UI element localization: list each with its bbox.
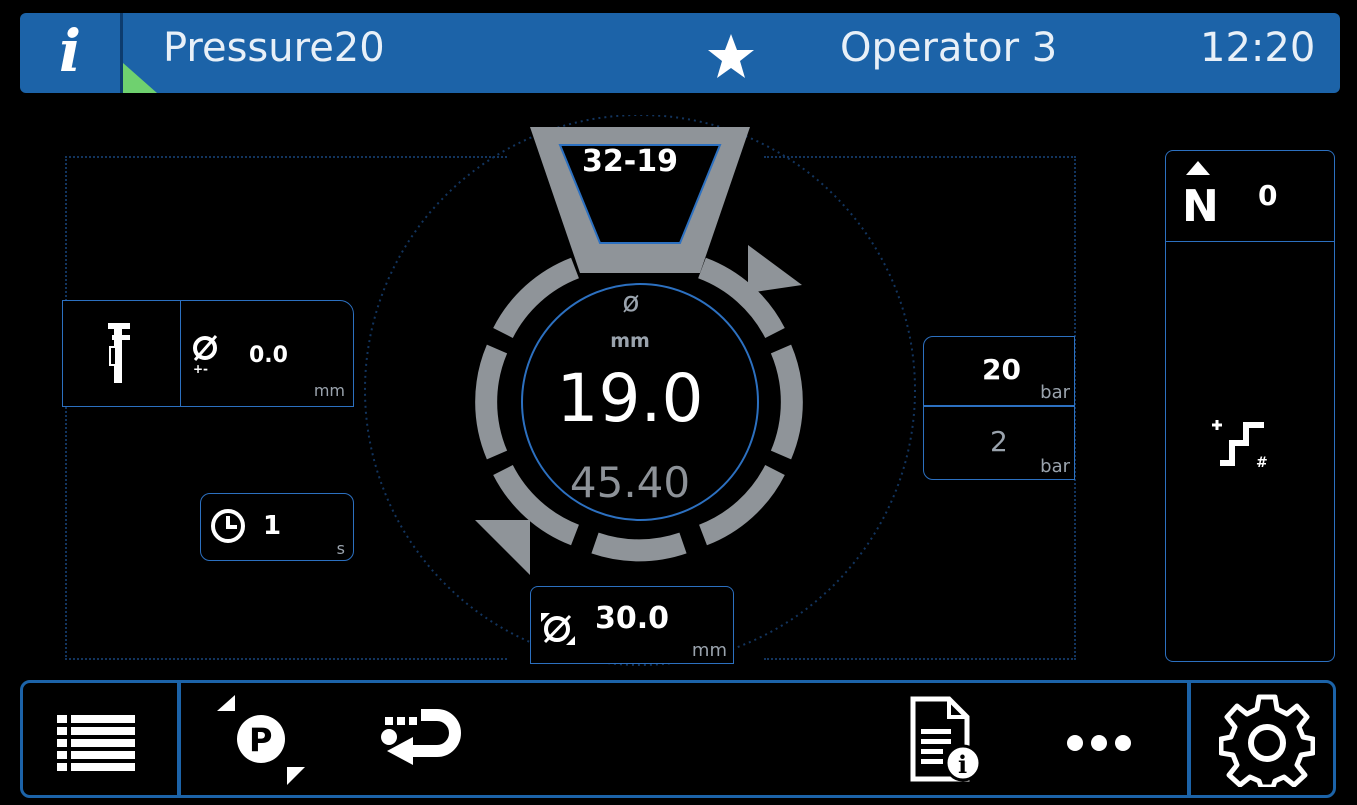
list-icon[interactable] xyxy=(53,691,139,787)
diameter-tolerance-unit: mm xyxy=(313,381,345,400)
tool-code[interactable]: 32-19 xyxy=(570,144,690,179)
high-pressure-value: 20 xyxy=(982,353,1021,386)
diameter-tolerance-field[interactable]: +- 0.0 mm xyxy=(180,300,354,407)
timer-value: 1 xyxy=(263,511,282,541)
gear-icon[interactable] xyxy=(1219,691,1315,787)
outer-diameter-field[interactable]: 30.0 mm xyxy=(530,586,734,664)
program-switch-icon[interactable]: P xyxy=(213,691,313,787)
caliper-icon xyxy=(108,323,130,383)
bottom-toolbar: P i xyxy=(20,680,1336,798)
status-corner-indicator xyxy=(123,63,157,93)
info-button[interactable]: i xyxy=(20,13,123,93)
timer-field[interactable]: 1 s xyxy=(200,493,354,561)
svg-text:P: P xyxy=(249,721,272,759)
high-pressure-field[interactable]: 20 bar xyxy=(923,336,1075,406)
outer-diameter-value: 30.0 xyxy=(595,601,670,636)
diameter-tolerance-value: 0.0 xyxy=(249,343,288,368)
more-icon[interactable] xyxy=(1059,691,1139,787)
counter-divider xyxy=(1166,241,1334,242)
low-pressure-value: 2 xyxy=(990,425,1008,458)
outer-diameter-icon xyxy=(541,613,575,645)
diameter-symbol: ø xyxy=(622,285,640,318)
transfer-icon[interactable] xyxy=(375,691,465,787)
toolbar-divider xyxy=(177,683,181,795)
counter-panel: N 0 # xyxy=(1165,150,1335,662)
svg-text:#: # xyxy=(1256,455,1268,471)
clock-icon xyxy=(211,509,245,543)
timer-unit: s xyxy=(336,539,345,558)
star-icon[interactable] xyxy=(706,32,756,80)
current-diameter-value[interactable]: 19.0 xyxy=(520,360,740,437)
document-info-icon[interactable]: i xyxy=(905,691,985,787)
program-name[interactable]: Pressure20 xyxy=(163,25,385,71)
svg-text:i: i xyxy=(958,750,967,779)
low-pressure-unit: bar xyxy=(1040,456,1070,477)
low-pressure-field[interactable]: 2 bar xyxy=(923,406,1075,480)
caliper-button[interactable] xyxy=(62,300,180,407)
header-bar: i Pressure20 Operator 3 12:20 xyxy=(20,13,1340,93)
counter-value[interactable]: 0 xyxy=(1258,179,1277,212)
clock: 12:20 xyxy=(1200,25,1316,71)
svg-text:N: N xyxy=(1182,181,1218,227)
secondary-value: 45.40 xyxy=(569,458,691,507)
info-icon: i xyxy=(58,17,82,85)
step-increment-icon[interactable]: # xyxy=(1206,411,1286,485)
toolbar-divider xyxy=(1187,683,1191,795)
high-pressure-unit: bar xyxy=(1040,382,1070,403)
operator-name[interactable]: Operator 3 xyxy=(840,25,1057,71)
outer-diameter-unit: mm xyxy=(691,640,727,661)
diameter-unit: mm xyxy=(610,330,650,352)
svg-text:+-: +- xyxy=(193,362,208,375)
counter-n-icon: N xyxy=(1182,161,1218,227)
diameter-tolerance-icon: +- xyxy=(193,335,218,375)
